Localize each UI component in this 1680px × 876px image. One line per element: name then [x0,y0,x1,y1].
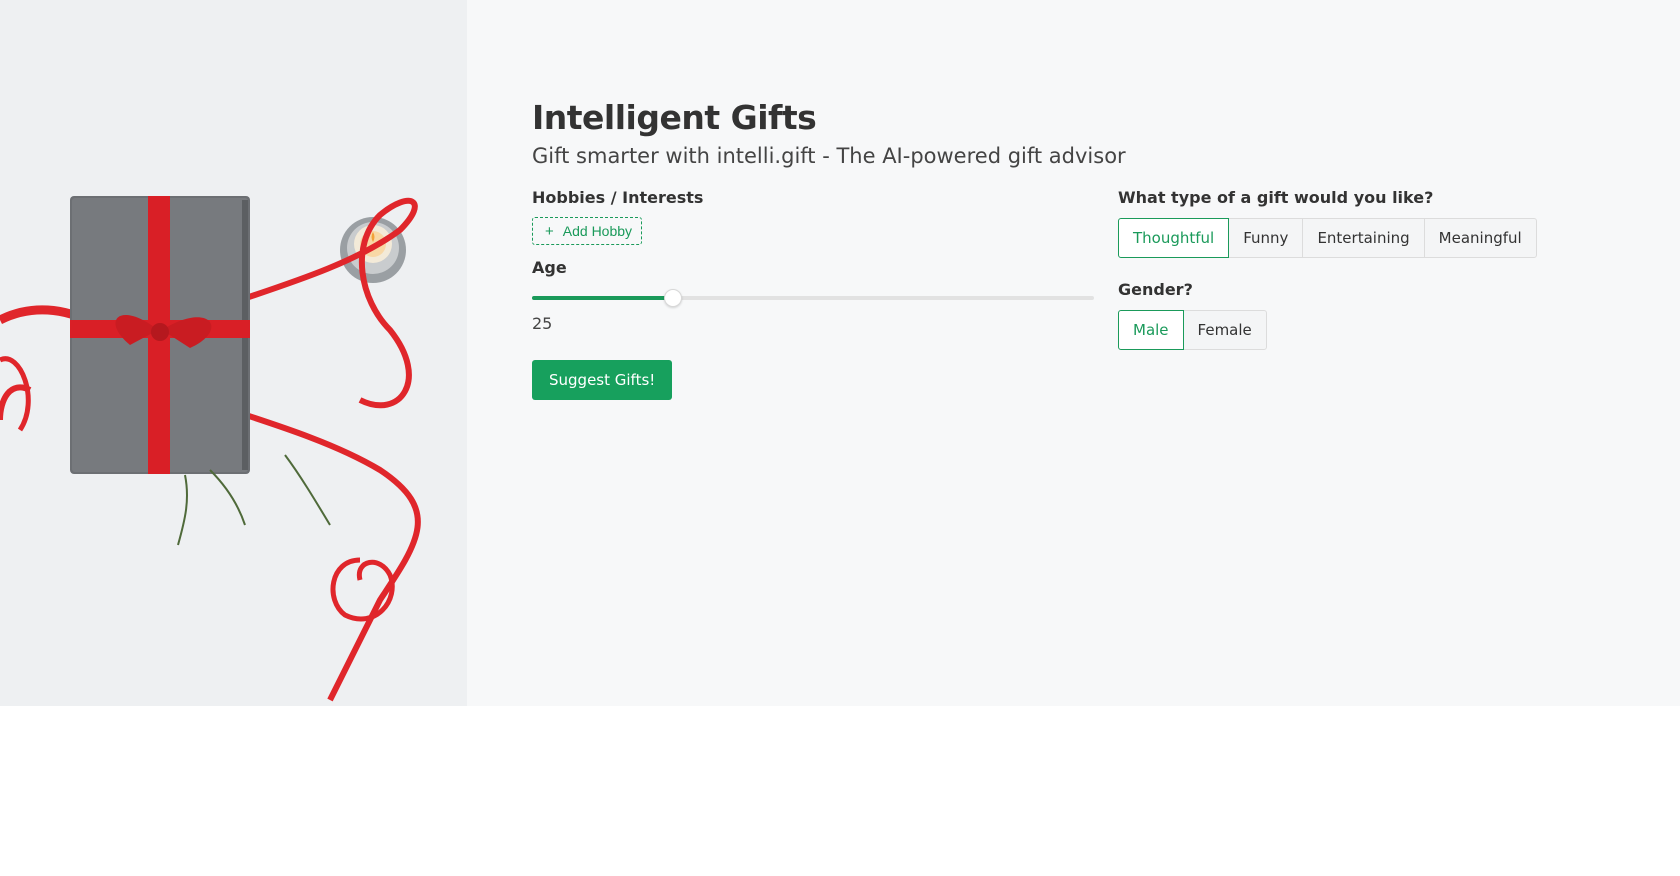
add-hobby-label: Add Hobby [562,223,633,239]
gift-hero-image [0,0,467,706]
gender-label: Gender? [1118,280,1193,299]
age-slider[interactable] [532,287,1094,309]
main-content: Intelligent Gifts Gift smarter with inte… [532,96,1537,400]
gender-option-female[interactable]: Female [1182,310,1267,350]
age-value: 25 [532,314,553,333]
age-slider-thumb[interactable] [663,289,682,307]
app-container: Intelligent Gifts Gift smarter with inte… [0,0,1680,706]
page-subtitle: Gift smarter with intelli.gift - The AI-… [532,144,1126,168]
gift-type-option-meaningful[interactable]: Meaningful [1423,218,1537,258]
gift-type-option-entertaining[interactable]: Entertaining [1302,218,1425,258]
page-title: Intelligent Gifts [532,98,817,137]
suggest-gifts-button[interactable]: Suggest Gifts! [532,360,673,400]
age-label: Age [532,258,567,277]
add-hobby-button[interactable]: + Add Hobby [532,217,643,245]
hobbies-label: Hobbies / Interests [532,188,704,207]
gift-type-option-funny[interactable]: Funny [1228,218,1304,258]
gift-type-label: What type of a gift would you like? [1118,188,1434,207]
gift-type-option-thoughtful[interactable]: Thoughtful [1118,218,1230,258]
gift-type-options: Thoughtful Funny Entertaining Meaningful [1118,218,1538,258]
gender-options: Male Female [1118,310,1538,350]
age-slider-fill [532,296,673,300]
plus-icon: + [545,222,554,240]
right-form-column: What type of a gift would you like? Thou… [1118,188,1538,350]
left-form-column: Hobbies / Interests + Add Hobby Age 25 S… [532,188,1094,400]
gender-option-male[interactable]: Male [1118,310,1184,350]
